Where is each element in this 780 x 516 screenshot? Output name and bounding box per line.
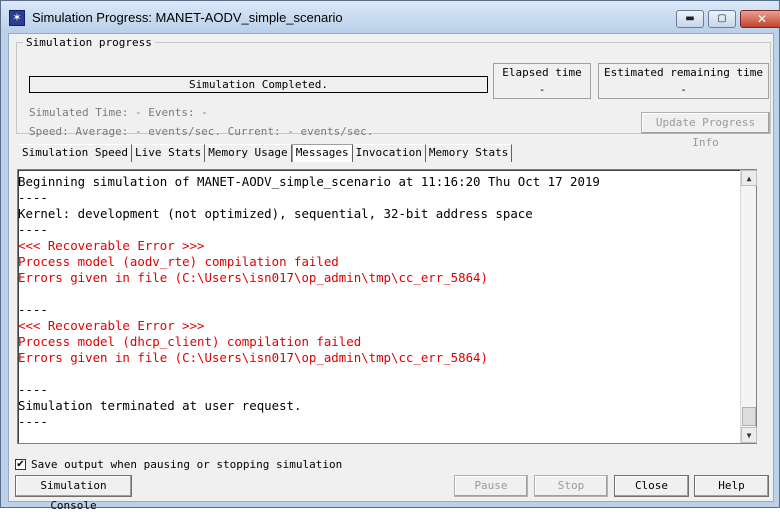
vertical-scrollbar[interactable]: ▲ ▼ — [740, 170, 757, 443]
elapsed-time-label: Elapsed time — [502, 66, 582, 79]
log-line: ---- — [18, 302, 48, 317]
dialog-client-area: Simulation progress Simulation Completed… — [8, 33, 774, 512]
tab-simulation-speed[interactable]: Simulation Speed — [19, 144, 132, 162]
pause-button[interactable]: Pause — [454, 475, 528, 497]
stop-button[interactable]: Stop — [534, 475, 608, 497]
log-line: ---- — [18, 382, 48, 397]
log-line: Beginning simulation of MANET-AODV_simpl… — [18, 174, 600, 189]
minimize-button[interactable]: ▬ — [676, 10, 704, 28]
simulation-console-button[interactable]: Simulation Console — [15, 475, 132, 512]
tab-memory-usage[interactable]: Memory Usage — [205, 144, 292, 162]
tab-invocation[interactable]: Invocation — [352, 144, 426, 162]
scroll-down-icon[interactable]: ▼ — [741, 427, 757, 443]
log-line: <<< Recoverable Error >>> — [18, 238, 205, 253]
maximize-button[interactable]: ▢ — [708, 10, 736, 28]
update-progress-info-button[interactable]: Update Progress Info — [641, 112, 770, 149]
log-line: ---- — [18, 414, 48, 429]
elapsed-time-value: - — [538, 83, 546, 96]
log-line: Process model (aodv_rte) compilation fai… — [18, 254, 339, 269]
title-bar[interactable]: ✶ Simulation Progress: MANET-AODV_simple… — [1, 1, 780, 33]
group-label: Simulation progress — [23, 36, 155, 49]
log-line: <<< Recoverable Error >>> — [18, 318, 205, 333]
tab-strip: Simulation Speed Live Stats Memory Usage… — [19, 144, 513, 162]
save-output-option[interactable]: ✔ Save output when pausing or stopping s… — [15, 458, 342, 471]
app-icon: ✶ — [9, 10, 25, 26]
scroll-thumb[interactable] — [742, 407, 756, 426]
help-button[interactable]: Help — [694, 475, 769, 497]
log-line: ---- — [18, 190, 48, 205]
simulation-progress-window: ✶ Simulation Progress: MANET-AODV_simple… — [0, 0, 780, 512]
scroll-up-icon[interactable]: ▲ — [741, 170, 757, 186]
log-line: Errors given in file (C:\Users\isn017\op… — [18, 270, 488, 285]
remaining-time-box: Estimated remaining time - — [598, 63, 769, 99]
remaining-time-value: - — [680, 83, 687, 96]
save-output-checkbox[interactable]: ✔ — [15, 459, 26, 470]
status-box: Simulation Completed. — [29, 76, 488, 93]
speed-line: Speed: Average: - events/sec. Current: -… — [29, 125, 374, 138]
log-line: ---- — [18, 222, 48, 237]
close-window-button[interactable]: ✕ — [740, 10, 780, 28]
elapsed-time-box: Elapsed time - — [493, 63, 591, 99]
tab-live-stats[interactable]: Live Stats — [131, 144, 206, 162]
remaining-time-label: Estimated remaining time — [604, 66, 763, 79]
log-line: Kernel: development (not optimized), seq… — [18, 206, 533, 221]
simulated-time-line: Simulated Time: - Events: - — [29, 106, 208, 119]
log-line: Errors given in file (C:\Users\isn017\op… — [18, 350, 488, 365]
message-log[interactable]: Beginning simulation of MANET-AODV_simpl… — [18, 174, 738, 430]
window-title: Simulation Progress: MANET-AODV_simple_s… — [32, 10, 343, 25]
log-line: Simulation terminated at user request. — [18, 398, 302, 413]
simulation-progress-group: Simulation progress Simulation Completed… — [16, 36, 771, 149]
close-button[interactable]: Close — [614, 475, 689, 497]
tab-messages[interactable]: Messages — [291, 144, 353, 162]
tab-memory-stats[interactable]: Memory Stats — [425, 144, 513, 162]
save-output-label: Save output when pausing or stopping sim… — [31, 458, 343, 471]
log-line: Process model (dhcp_client) compilation … — [18, 334, 362, 349]
